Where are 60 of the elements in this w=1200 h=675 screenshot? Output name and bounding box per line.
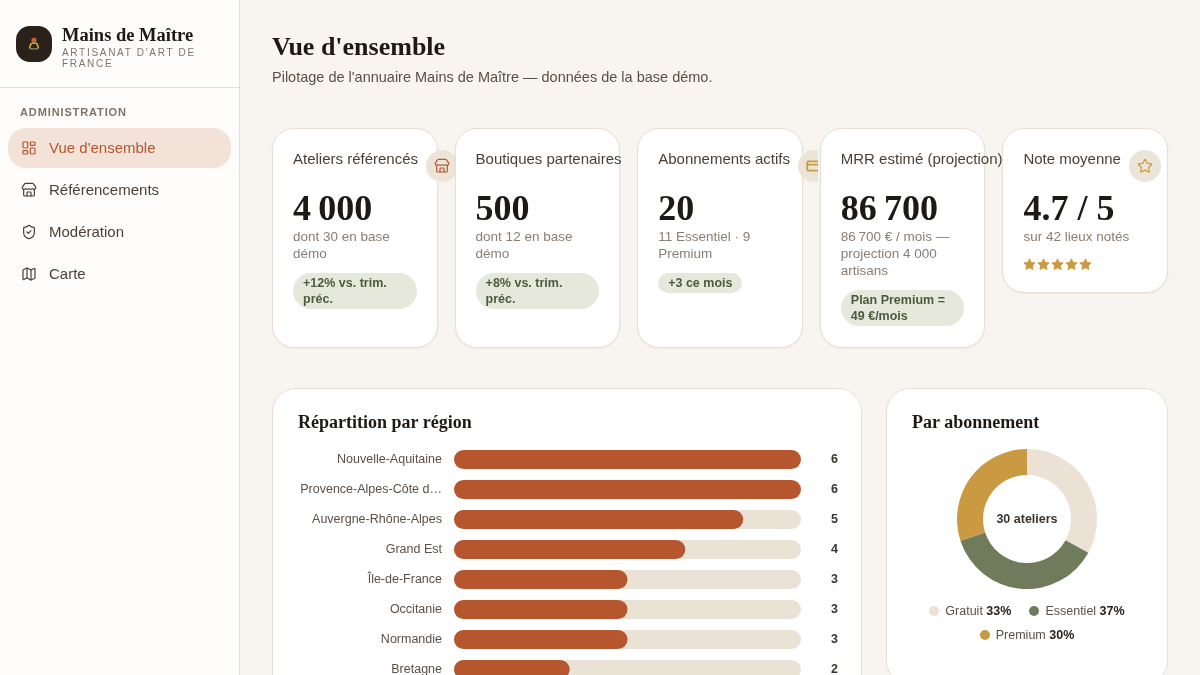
- legend-label: Gratuit 33%: [945, 603, 1012, 620]
- value-label: 5: [831, 512, 838, 526]
- star-icon: [1023, 258, 1037, 271]
- value-label: 3: [831, 572, 838, 586]
- value-label: 3: [831, 632, 838, 646]
- value-label: 4: [831, 542, 838, 556]
- panel-title: Répartition par région: [298, 411, 472, 434]
- star-icon: [1079, 258, 1093, 271]
- stat-value: 500: [475, 188, 530, 228]
- brand-tagline: ARTISANAT D'ART DE FRANCE: [62, 47, 197, 69]
- stat-detail: dont 12 en base démo: [475, 228, 574, 262]
- star-icon: [1037, 258, 1051, 271]
- stat-detail: sur 42 lieux notés: [1023, 228, 1131, 245]
- donut-center-label: 30 ateliers: [996, 512, 1058, 526]
- section-label: ADMINISTRATION: [20, 105, 127, 120]
- value-label: 3: [831, 602, 838, 616]
- region-label: Île-de-France: [367, 572, 442, 586]
- stat-detail: 86 700 € / mois — projection 4 000 artisans: [840, 228, 951, 279]
- stat-value: 86 700: [840, 188, 938, 228]
- star-icon: [1065, 258, 1079, 271]
- logo-icon: [16, 26, 52, 62]
- store-icon: [21, 182, 37, 198]
- page-title: Vue d'ensemble: [272, 31, 446, 63]
- card-title: Note moyenne: [1023, 150, 1121, 168]
- shield-check-icon: [21, 224, 37, 240]
- map-icon: [21, 266, 37, 282]
- nav-item[interactable]: Référencements: [8, 170, 231, 210]
- nav-item[interactable]: Carte: [8, 254, 231, 294]
- region-label: Occitanie: [389, 602, 442, 616]
- legend-label: Premium 30%: [995, 627, 1075, 644]
- region-label: Normandie: [380, 632, 442, 646]
- stat-badge: +8% vs. trim. préc.: [475, 273, 600, 309]
- page-subtitle: Pilotage de l'annuaire Mains de Maître — données de la base démo.: [272, 68, 713, 87]
- value-label: 6: [831, 482, 838, 496]
- stat-value: 20: [658, 188, 695, 228]
- region-label: Nouvelle-Aquitaine: [337, 452, 442, 466]
- nav-item[interactable]: Vue d'ensemble: [8, 128, 231, 168]
- region-label: Auvergne-Rhône-Alpes: [312, 512, 442, 526]
- star-icon: [1051, 258, 1065, 271]
- card-title: Abonnements actifs: [658, 150, 790, 168]
- stat-badge: Plan Premium = 49 €/mois: [840, 290, 965, 326]
- region-label: Bretagne: [391, 662, 442, 675]
- stat-badge: +12% vs. trim. préc.: [293, 273, 417, 309]
- stat-detail: dont 30 en base démo: [293, 228, 391, 262]
- card-title: Ateliers référencés: [293, 150, 419, 168]
- stat-badge: +3 ce mois: [658, 273, 743, 293]
- dashboard-icon: [21, 140, 37, 156]
- card-title: Boutiques partenaires: [475, 150, 622, 168]
- card-title: MRR estimé (projection): [840, 150, 1003, 168]
- stat-detail: 11 Essentiel · 9 Premium: [658, 228, 752, 262]
- panel-title: Par abonnement: [912, 411, 1040, 434]
- stat-value: 4 000: [293, 188, 373, 228]
- region-label: Provence-Alpes-Côte d…: [300, 482, 442, 496]
- value-label: 6: [831, 452, 838, 466]
- nav-item[interactable]: Modération: [8, 212, 231, 252]
- value-label: 2: [831, 662, 838, 675]
- brand-name: Mains de Maître: [62, 24, 194, 46]
- region-label: Grand Est: [385, 542, 442, 556]
- legend-label: Essentiel 37%: [1045, 603, 1125, 620]
- stat-value: 4.7 / 5: [1023, 188, 1115, 228]
